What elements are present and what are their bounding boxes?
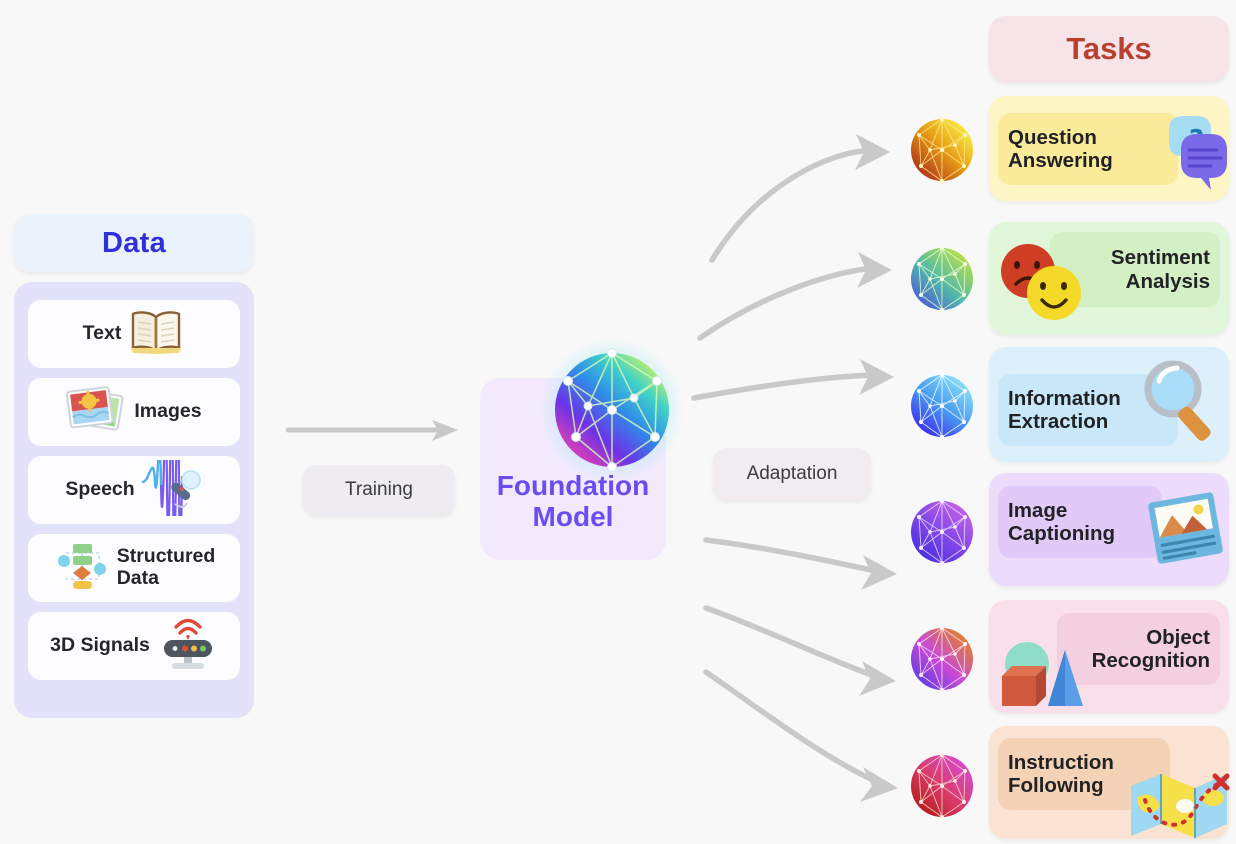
task-label: Information Extraction: [1008, 386, 1121, 433]
adaptation-label: Adaptation: [713, 448, 871, 500]
data-item-structured-data[interactable]: Structured Data: [28, 534, 240, 602]
data-header: Data: [14, 214, 254, 272]
foundation-model-label: Foundation Model: [496, 470, 650, 533]
task-label: Instruction Following: [1008, 750, 1114, 797]
task-card-sentiment-analysis[interactable]: Sentiment Analysis: [989, 222, 1229, 335]
emoji-faces-icon: [991, 238, 1101, 333]
task-label: Question Answering: [1008, 125, 1113, 172]
data-item-label: Speech: [65, 478, 135, 501]
diagram-canvas: Data Text Images Speech Structured Data …: [0, 0, 1236, 844]
data-item-3d-signals[interactable]: 3D Signals: [28, 612, 240, 680]
tasks-header: Tasks: [989, 16, 1229, 82]
task-card-object-recognition[interactable]: Object Recognition: [989, 600, 1229, 713]
red-magenta-sphere-icon: [908, 752, 976, 820]
picture-card-icon: [1143, 491, 1229, 582]
task-card-image-captioning[interactable]: Image Captioning: [989, 473, 1229, 586]
cyan-blue-sphere-icon: [908, 372, 976, 440]
photos-icon: [66, 383, 128, 442]
folded-map-icon: [1127, 768, 1233, 844]
data-item-label: Structured Data: [116, 545, 216, 589]
training-label-text: Training: [345, 479, 413, 500]
training-label: Training: [303, 465, 455, 515]
data-item-label: Images: [134, 400, 202, 423]
open-book-icon: [127, 307, 185, 362]
task-label: Image Captioning: [1008, 498, 1116, 545]
data-header-label: Data: [101, 226, 167, 259]
task-card-information-extraction[interactable]: Information Extraction: [989, 347, 1229, 462]
network-sphere-icon: [538, 336, 686, 484]
task-card-instruction-following[interactable]: Instruction Following: [989, 726, 1230, 839]
adaptation-label-text: Adaptation: [746, 463, 838, 484]
3d-shapes-icon: [993, 638, 1091, 721]
training-arrow-icon: [285, 418, 462, 444]
orange-yellow-sphere-icon: [908, 116, 976, 184]
magnifier-icon: [1131, 351, 1227, 452]
task-label-box: Image Captioning: [998, 486, 1162, 558]
data-item-images[interactable]: Images: [28, 378, 240, 446]
task-label: Object Recognition: [1091, 625, 1210, 672]
microphone-wave-icon: [141, 405, 203, 552]
data-item-text[interactable]: Text: [28, 300, 240, 368]
pink-violet-sphere-icon: [908, 625, 976, 693]
data-item-label: Text: [82, 322, 122, 345]
tasks-header-label: Tasks: [1066, 31, 1152, 66]
violet-purple-sphere-icon: [908, 498, 976, 566]
data-item-speech[interactable]: Speech: [28, 405, 240, 552]
sensor-wifi-icon: [156, 616, 218, 677]
chat-bubbles-icon: ?: [1125, 106, 1231, 199]
task-card-question-answering[interactable]: Question Answering ?: [989, 96, 1229, 201]
green-blue-sphere-icon: [908, 245, 976, 313]
data-item-label: 3D Signals: [50, 634, 150, 657]
task-label: Sentiment Analysis: [1110, 246, 1210, 293]
data-panel: Text Images Speech Structured Data 3D Si…: [14, 282, 254, 718]
flowchart-icon: [53, 539, 111, 598]
